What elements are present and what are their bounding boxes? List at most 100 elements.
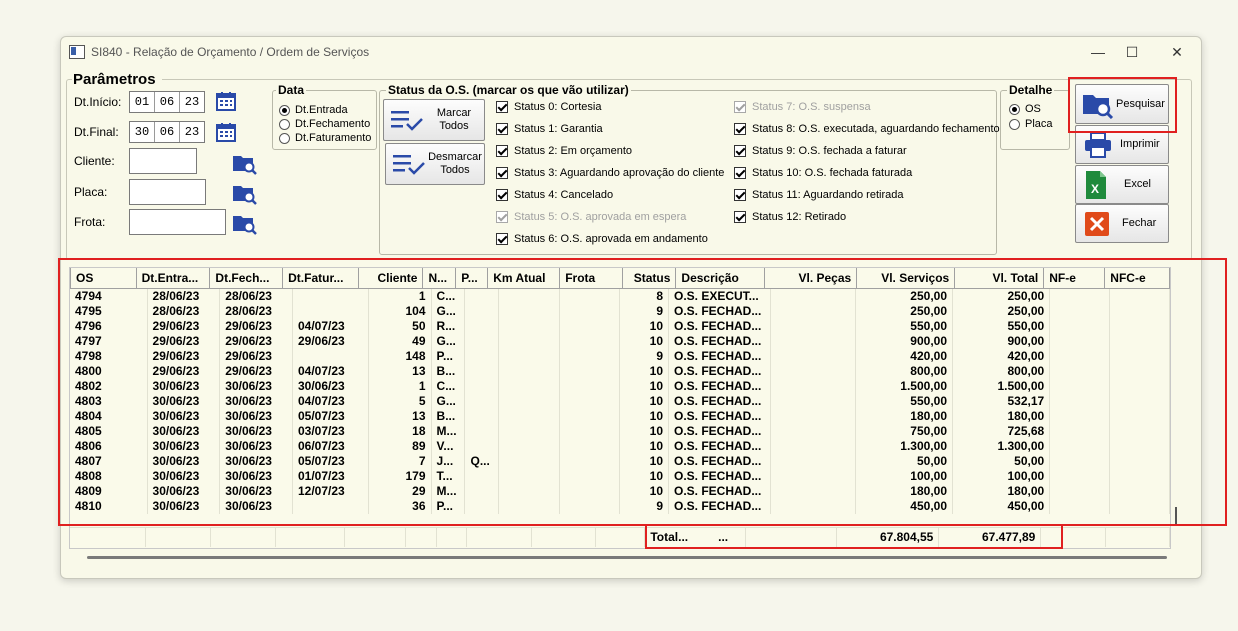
printer-icon bbox=[1085, 131, 1111, 158]
cliente-input[interactable] bbox=[129, 148, 197, 174]
app-icon bbox=[69, 45, 85, 59]
fechar-button[interactable]: Fechar bbox=[1075, 204, 1169, 243]
checkbox-label: Status 10: O.S. fechada faturada bbox=[752, 167, 913, 179]
highlight-grid bbox=[58, 258, 1227, 526]
checkbox[interactable] bbox=[734, 145, 746, 157]
col2-3[interactable]: Status 10: O.S. fechada faturada bbox=[734, 167, 912, 179]
checkbox[interactable] bbox=[496, 145, 508, 157]
col1-1[interactable]: Status 1: Garantia bbox=[496, 123, 603, 135]
table-cell bbox=[531, 528, 597, 547]
placa-label: Placa: bbox=[74, 185, 108, 199]
checkbox[interactable] bbox=[496, 189, 508, 201]
checkbox[interactable] bbox=[496, 101, 508, 113]
radio-dt-fechamento[interactable]: Dt.Fechamento bbox=[279, 118, 370, 130]
checkbox[interactable] bbox=[496, 233, 508, 245]
checkbox bbox=[496, 211, 508, 223]
radio-dt-faturamento[interactable]: Dt.Faturamento bbox=[279, 132, 371, 144]
dt-final-label: Dt.Final: bbox=[74, 125, 119, 139]
params-title-text: Parâmetros bbox=[73, 71, 156, 88]
placa-input[interactable] bbox=[129, 179, 206, 205]
table-cell bbox=[275, 528, 346, 547]
cliente-label: Cliente: bbox=[74, 154, 115, 168]
checkbox bbox=[734, 101, 746, 113]
excel-icon: X bbox=[1086, 170, 1106, 199]
fechar-label: Fechar bbox=[1122, 217, 1157, 229]
col2-1[interactable]: Status 8: O.S. executada, aguardando fec… bbox=[734, 123, 1000, 135]
checkbox-label: Status 3: Aguardando aprovação do client… bbox=[514, 167, 725, 179]
imprimir-label: Imprimir bbox=[1120, 138, 1160, 150]
col2-0: Status 7: O.S. suspensa bbox=[734, 101, 871, 113]
checkbox[interactable] bbox=[734, 123, 746, 135]
col1-3[interactable]: Status 3: Aguardando aprovação do client… bbox=[496, 167, 724, 179]
detalhe-group-title: Detalhe bbox=[1007, 83, 1055, 97]
checkbox-label: Status 6: O.S. aprovada em andamento bbox=[514, 233, 708, 245]
table-cell bbox=[1105, 528, 1170, 547]
table-cell bbox=[466, 528, 533, 547]
col2-5[interactable]: Status 12: Retirado bbox=[734, 211, 846, 223]
dt-inicio-field[interactable]: 01 06 23 bbox=[129, 91, 205, 113]
folder-search-icon[interactable] bbox=[232, 151, 258, 175]
marcar-todos-button[interactable]: Marcar Todos bbox=[383, 99, 485, 141]
radio-dt-entrada[interactable]: Dt.Entrada bbox=[279, 104, 348, 116]
desmarcar-todos-button[interactable]: Desmarcar Todos bbox=[385, 143, 485, 185]
radio-dot[interactable] bbox=[1009, 118, 1020, 130]
checkbox[interactable] bbox=[734, 189, 746, 201]
col2-4[interactable]: Status 11: Aguardando retirada bbox=[734, 189, 903, 201]
col1-2[interactable]: Status 2: Em orçamento bbox=[496, 145, 632, 157]
checkbox-label: Status 0: Cortesia bbox=[514, 101, 602, 113]
dt-inicio-label: Dt.Início: bbox=[74, 95, 122, 109]
highlight-total bbox=[645, 524, 1063, 549]
close-window-button[interactable]: ✕ bbox=[1160, 41, 1194, 63]
calendar-icon[interactable] bbox=[216, 122, 236, 142]
checkbox-label: Status 8: O.S. executada, aguardando fec… bbox=[752, 123, 1000, 135]
checkbox[interactable] bbox=[496, 167, 508, 179]
checkbox[interactable] bbox=[496, 123, 508, 135]
col2-2[interactable]: Status 9: O.S. fechada a faturar bbox=[734, 145, 907, 157]
dt-inicio-year[interactable]: 23 bbox=[180, 92, 204, 112]
checkbox-label: Status 9: O.S. fechada a faturar bbox=[752, 145, 907, 157]
status-group-title: Status da O.S. (marcar os que vão utiliz… bbox=[386, 83, 631, 97]
radio-dot[interactable] bbox=[279, 118, 290, 130]
dt-final-month[interactable]: 06 bbox=[155, 122, 180, 142]
radio-detalhe-placa[interactable]: Placa bbox=[1009, 118, 1053, 130]
data-group-title: Data bbox=[276, 83, 307, 97]
table-cell bbox=[210, 528, 277, 547]
excel-button[interactable]: X Excel bbox=[1075, 165, 1169, 204]
title-bar[interactable]: SI840 - Relação de Orçamento / Ordem de … bbox=[61, 37, 1201, 67]
checkbox-label: Status 11: Aguardando retirada bbox=[752, 189, 904, 201]
table-cell bbox=[436, 528, 468, 547]
checkbox-label: Status 7: O.S. suspensa bbox=[752, 101, 871, 113]
checkbox[interactable] bbox=[734, 211, 746, 223]
col1-5: Status 5: O.S. aprovada em espera bbox=[496, 211, 686, 223]
col1-6[interactable]: Status 6: O.S. aprovada em andamento bbox=[496, 233, 708, 245]
highlight-pesquisar bbox=[1068, 77, 1177, 133]
checkbox-label: Status 1: Garantia bbox=[514, 123, 603, 135]
radio-dot[interactable] bbox=[1009, 103, 1020, 115]
maximize-button[interactable]: ☐ bbox=[1115, 41, 1149, 63]
dt-final-day[interactable]: 30 bbox=[130, 122, 155, 142]
checkbox-label: Status 12: Retirado bbox=[752, 211, 847, 223]
close-icon bbox=[1085, 211, 1109, 236]
radio-dot[interactable] bbox=[279, 132, 290, 144]
checkbox[interactable] bbox=[734, 167, 746, 179]
folder-search-icon[interactable] bbox=[232, 211, 258, 235]
calendar-icon[interactable] bbox=[216, 91, 236, 111]
col1-4[interactable]: Status 4: Cancelado bbox=[496, 189, 613, 201]
col1-0[interactable]: Status 0: Cortesia bbox=[496, 101, 601, 113]
dt-final-year[interactable]: 23 bbox=[180, 122, 204, 142]
table-cell bbox=[145, 528, 212, 547]
dt-inicio-day[interactable]: 01 bbox=[130, 92, 155, 112]
desmarcar-todos-label: Desmarcar Todos bbox=[428, 151, 482, 176]
window-title: SI840 - Relação de Orçamento / Ordem de … bbox=[91, 45, 370, 59]
frota-input[interactable] bbox=[129, 209, 226, 235]
minimize-button[interactable]: — bbox=[1081, 41, 1115, 63]
svg-text:X: X bbox=[1091, 182, 1099, 196]
horizontal-scrollbar[interactable] bbox=[87, 556, 1167, 559]
dt-inicio-month[interactable]: 06 bbox=[155, 92, 180, 112]
dt-final-field[interactable]: 30 06 23 bbox=[129, 121, 205, 143]
radio-dot[interactable] bbox=[279, 104, 290, 116]
radio-detalhe-os[interactable]: OS bbox=[1009, 103, 1041, 115]
table-cell bbox=[405, 528, 437, 547]
frota-label: Frota: bbox=[74, 215, 106, 229]
folder-search-icon[interactable] bbox=[232, 181, 258, 205]
